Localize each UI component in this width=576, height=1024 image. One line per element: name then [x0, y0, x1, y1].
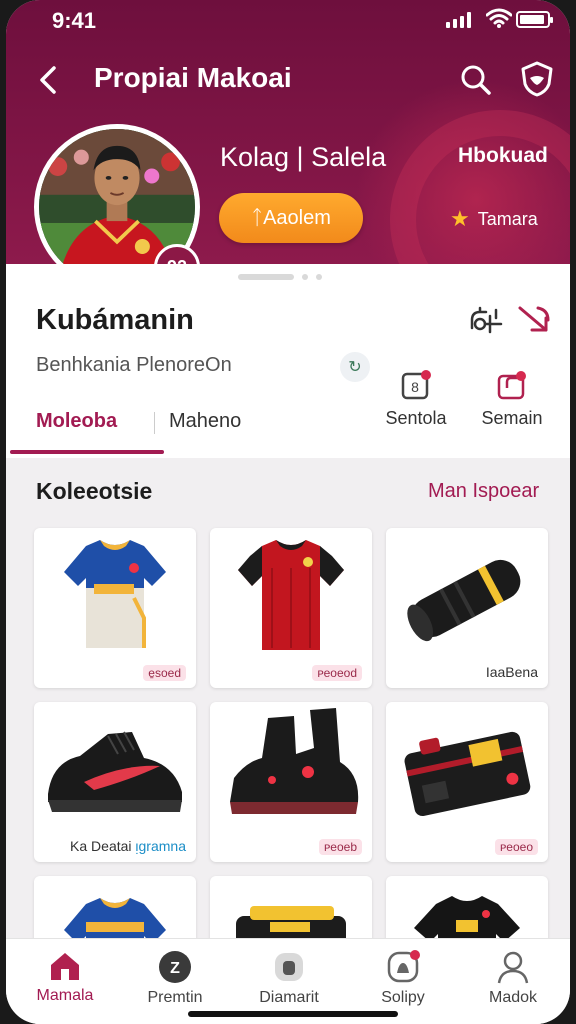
bag-image: [404, 731, 531, 817]
hero-side-label: Hbokuad: [458, 144, 548, 167]
rating: ★ Tamara: [450, 206, 538, 232]
signal-icon: [446, 12, 471, 28]
jersey-image: [64, 540, 166, 648]
product-label: Ka Deatai ᴉgramna: [70, 838, 186, 854]
profile-hero: 9:41 Propiai Makoai Kolag | Salela Hboku…: [6, 0, 570, 330]
product-label: ᴘeoeo: [495, 838, 538, 855]
share-box-icon: [497, 371, 526, 400]
rating-label: Tamara: [477, 208, 538, 229]
profile-sheet: Kubámanin Benhkania PlenoreOn ↻ 8 Sentol…: [6, 264, 570, 458]
add-friend-icon[interactable]: [466, 302, 506, 338]
product-card[interactable]: Ka Deatai ᴉgramna: [34, 702, 196, 862]
product-card[interactable]: ᴘeoeb: [210, 702, 372, 862]
user-icon: [497, 951, 529, 984]
search-icon[interactable]: [458, 62, 494, 98]
product-label: ᴘeoeod: [312, 664, 362, 681]
product-label: e̱soed: [143, 664, 186, 681]
svg-text:8: 8: [411, 379, 419, 395]
section-title: Koleeotsie: [36, 478, 153, 504]
tab-second[interactable]: Maheno: [169, 410, 241, 433]
nav-item-ball[interactable]: Z Premtin: [130, 949, 220, 1007]
quick-action-label: Sentola: [385, 408, 447, 428]
product-tag: e̱soed: [143, 665, 186, 681]
page-title: Propiai Makoai: [94, 62, 292, 93]
nav-item-profile[interactable]: Madok: [468, 949, 558, 1007]
product-label-text: Ka Deatai: [70, 838, 132, 854]
tab-underline: [10, 450, 164, 454]
nav-item-home[interactable]: Mamala: [20, 949, 110, 1005]
follow-button[interactable]: ᛏAaolem: [219, 193, 363, 243]
star-icon: ★: [450, 206, 470, 231]
refresh-chip[interactable]: ↻: [340, 352, 370, 382]
see-all-link[interactable]: Man Ispoear: [428, 480, 539, 503]
product-tag: ᴘeoeod: [312, 665, 362, 681]
quick-action-share[interactable]: Semain: [472, 368, 552, 429]
bell-icon: [387, 950, 420, 983]
jersey-image: [238, 540, 344, 650]
calendar-icon: 8: [401, 370, 431, 400]
profile-subtitle: Benhkania PlenoreOn: [36, 354, 232, 376]
hero-name: Kolag | Salela: [220, 142, 387, 172]
nav-label: Diamarit: [259, 989, 319, 1006]
shield-icon[interactable]: [518, 60, 556, 98]
product-tag: ᴘeoeo: [495, 839, 538, 855]
nav-item-gift[interactable]: Diamarit: [244, 949, 334, 1007]
ball-icon: Z: [159, 951, 191, 983]
tab-active[interactable]: Moleoba: [36, 410, 117, 433]
page-indicator: [238, 274, 322, 280]
quick-action-label: Semain: [481, 408, 543, 428]
status-time: 9:41: [52, 8, 97, 33]
back-arrow-icon[interactable]: [32, 62, 68, 98]
tube-image: [407, 559, 521, 642]
tab-divider: [154, 412, 155, 434]
product-label: ᴘeoeb: [319, 838, 362, 855]
quick-action-calendar[interactable]: 8 Sentola: [376, 368, 456, 429]
gift-icon: [275, 953, 303, 981]
nav-label: Premtin: [147, 989, 203, 1006]
phone-screen: 9:41 Propiai Makoai Kolag | Salela Hboku…: [6, 0, 570, 1024]
profile-name: Kubámanin: [36, 304, 194, 336]
product-label: IaaBena: [485, 664, 538, 680]
svg-text:Z: Z: [170, 960, 180, 977]
boot-image: [230, 708, 359, 814]
nav-label: Madok: [488, 989, 538, 1006]
nav-label: Mamala: [36, 987, 94, 1004]
product-card[interactable]: e̱soed: [34, 528, 196, 688]
battery-icon: [516, 11, 553, 28]
product-card[interactable]: IaaBena: [386, 528, 548, 688]
product-card[interactable]: ᴘeoeo: [386, 702, 548, 862]
nav-item-bell[interactable]: Solipy: [358, 949, 448, 1007]
home-icon: [51, 953, 79, 980]
home-indicator: [188, 1011, 398, 1017]
product-label-accent: ᴉgramna: [135, 838, 186, 854]
nav-label: Solipy: [381, 989, 425, 1006]
send-icon[interactable]: [514, 300, 554, 340]
status-bar: 9:41: [6, 0, 570, 40]
product-card[interactable]: ᴘeoeod: [210, 528, 372, 688]
sneaker-image: [48, 731, 182, 812]
product-tag: ᴘeoeb: [319, 839, 362, 855]
wifi-icon: [486, 8, 512, 28]
